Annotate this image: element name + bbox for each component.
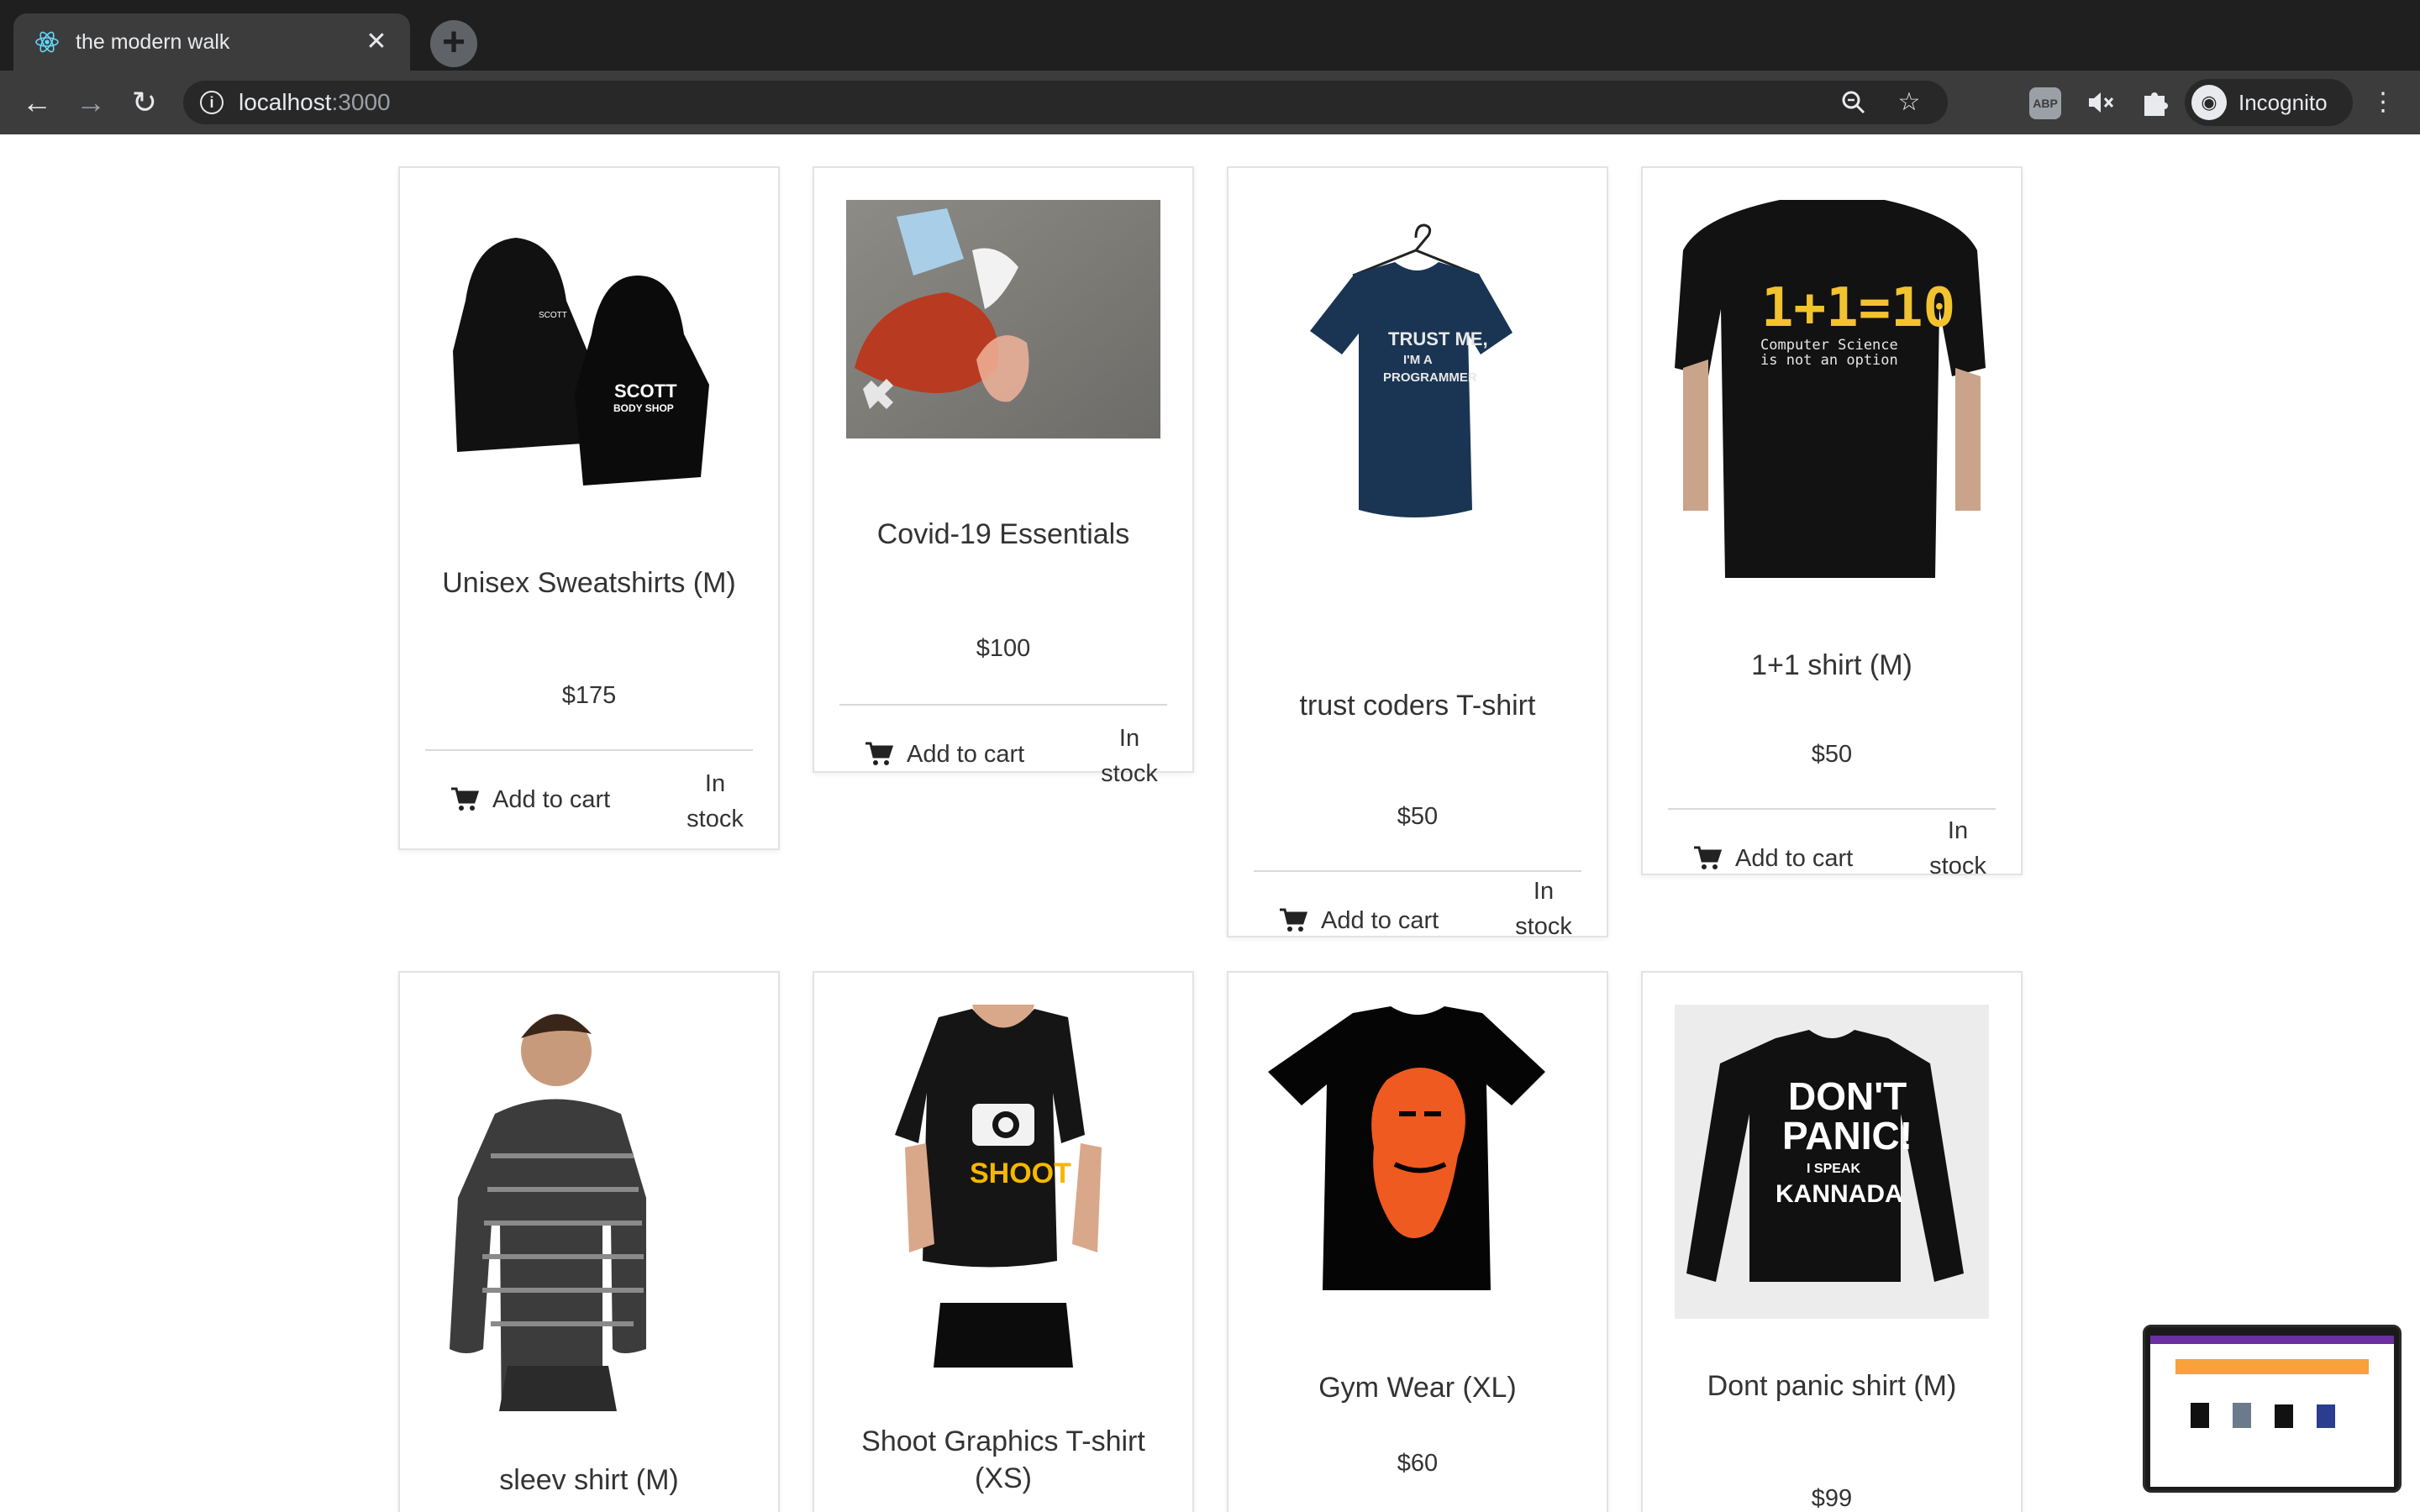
product-price: $99 xyxy=(1811,1485,1853,1512)
covid-essentials-image[interactable] xyxy=(846,200,1160,438)
product-card: DON'T PANIC! I SPEAK KANNADA Dont panic … xyxy=(1641,971,2023,1512)
product-title[interactable]: trust coders T-shirt xyxy=(1245,687,1590,724)
add-to-cart-label: Add to cart xyxy=(1735,844,1854,872)
shirt-print-equation: 1+1=10 xyxy=(1761,277,1955,339)
more-menu-icon[interactable]: ⋮ xyxy=(2365,84,2402,121)
url-host: localhost xyxy=(239,89,332,115)
shirt-print-subtitle1: Computer Science xyxy=(1760,337,1898,354)
bookmark-star-icon[interactable]: ☆ xyxy=(1892,86,1926,119)
product-price: $50 xyxy=(1811,741,1853,768)
add-to-cart-label: Add to cart xyxy=(492,785,611,813)
card-divider xyxy=(425,749,753,751)
product-card: sleev shirt (M) xyxy=(398,971,780,1512)
product-card: TRUST ME, I'M A PROGRAMMER trust coders … xyxy=(1227,166,1608,940)
product-title[interactable]: 1+1 shirt (M) xyxy=(1660,647,2004,684)
camera-tshirt-image[interactable]: SHOOT xyxy=(846,1005,1160,1368)
shirt-print-line1: DON'T xyxy=(1788,1074,1907,1118)
add-to-cart-button[interactable]: Add to cart xyxy=(865,732,1024,776)
shopping-cart-icon xyxy=(1280,908,1307,932)
stock-status: In stock xyxy=(1929,817,1986,879)
extensions-puzzle-icon[interactable] xyxy=(2136,84,2173,121)
shirt-print-line2: PANIC! xyxy=(1782,1114,1912,1158)
stock-status: In stock xyxy=(1515,878,1572,940)
tab-strip: the modern walk ✕ + xyxy=(0,0,2420,71)
shirt-print-shoot: SHOOT xyxy=(970,1158,1071,1189)
reload-icon[interactable]: ↻ xyxy=(124,82,165,123)
hoodie-image[interactable]: SCOTT SCOTT BODY SHOP xyxy=(432,200,746,519)
add-to-cart-button[interactable]: Add to cart xyxy=(1693,837,1853,880)
hoodie-logo-small: SCOTT xyxy=(539,311,567,320)
card-divider xyxy=(1254,870,1581,872)
incognito-icon: ◉ xyxy=(2191,85,2227,120)
product-price: $175 xyxy=(561,682,617,709)
back-arrow-icon[interactable]: ← xyxy=(17,82,57,123)
product-grid: SCOTT SCOTT BODY SHOP Unisex Sweatshirts… xyxy=(0,134,2420,1512)
add-to-cart-button[interactable]: Add to cart xyxy=(1279,899,1439,942)
shopping-cart-icon xyxy=(451,787,479,811)
add-to-cart-button[interactable]: Add to cart xyxy=(450,778,610,822)
shirt-print-line4: KANNADA xyxy=(1776,1180,1903,1208)
black-tshirt-image[interactable]: 1+1=10 Computer Science is not an option xyxy=(1675,200,1989,578)
address-bar[interactable]: i localhost:3000 ☆ xyxy=(183,81,1948,124)
thumbnail-preview-image xyxy=(2145,1327,2399,1490)
stock-status: In stock xyxy=(1101,725,1158,787)
adblock-extension-icon[interactable]: ABP xyxy=(2029,87,2061,119)
hoodie-logo-subtext: BODY SHOP xyxy=(613,402,674,414)
new-tab-button[interactable]: + xyxy=(430,20,477,67)
shirt-print-line3: I SPEAK xyxy=(1807,1162,1860,1176)
shirt-print-subtitle2: is not an option xyxy=(1760,352,1898,369)
longsleeve-image[interactable]: DON'T PANIC! I SPEAK KANNADA xyxy=(1675,1005,1989,1319)
hoodie-logo-large: SCOTT xyxy=(614,381,677,402)
striped-shirt-image[interactable] xyxy=(432,1005,746,1411)
product-card: 1+1=10 Computer Science is not an option… xyxy=(1641,166,2023,879)
product-card: SCOTT SCOTT BODY SHOP Unisex Sweatshirts… xyxy=(398,166,780,850)
site-info-icon[interactable]: i xyxy=(200,91,224,114)
shopping-cart-icon xyxy=(865,742,893,765)
stock-status: In stock xyxy=(687,770,744,832)
hanuman-tshirt-image[interactable] xyxy=(1260,1005,1575,1307)
card-divider xyxy=(1668,808,1996,810)
add-to-cart-label: Add to cart xyxy=(1321,906,1439,934)
react-logo-icon xyxy=(35,31,59,53)
muted-speaker-icon[interactable] xyxy=(2082,84,2119,121)
profile-label: Incognito xyxy=(2238,89,2328,115)
forward-arrow-icon[interactable]: → xyxy=(71,82,111,123)
product-title[interactable]: Covid-19 Essentials xyxy=(831,516,1176,553)
browser-toolbar: ← → ↻ i localhost:3000 ☆ ABP ◉ Incognito… xyxy=(0,71,2420,134)
url-port: :3000 xyxy=(331,89,391,115)
screenshot-thumbnail[interactable] xyxy=(2143,1325,2402,1493)
tab-title: the modern walk xyxy=(76,29,230,54)
product-price: $100 xyxy=(976,635,1031,662)
navy-tshirt-image[interactable]: TRUST ME, I'M A PROGRAMMER xyxy=(1260,200,1575,595)
product-card: SHOOT Shoot Graphics T-shirt (XS) xyxy=(813,971,1194,1512)
product-price: $60 xyxy=(1397,1450,1439,1477)
product-title[interactable]: Unisex Sweatshirts (M) xyxy=(417,564,761,601)
product-title[interactable]: sleev shirt (M) xyxy=(417,1462,761,1499)
product-title[interactable]: Gym Wear (XL) xyxy=(1245,1369,1590,1406)
product-card: Gym Wear (XL) $60 xyxy=(1227,971,1608,1512)
product-price: $50 xyxy=(1397,803,1439,830)
url-text[interactable]: localhost:3000 xyxy=(239,81,391,124)
add-to-cart-label: Add to cart xyxy=(907,740,1025,768)
close-tab-icon[interactable]: ✕ xyxy=(363,29,390,55)
product-card: Covid-19 Essentials $100 Add to cart In … xyxy=(813,166,1194,787)
shirt-print-line1: TRUST ME, xyxy=(1388,328,1488,349)
shirt-print-line2: I'M A xyxy=(1403,353,1433,367)
shopping-cart-icon xyxy=(1694,846,1722,869)
product-title[interactable]: Dont panic shirt (M) xyxy=(1660,1368,2004,1404)
incognito-profile-button[interactable]: ◉ Incognito xyxy=(2185,79,2353,126)
browser-tab[interactable]: the modern walk ✕ xyxy=(13,13,410,71)
shirt-print-line3: PROGRAMMER xyxy=(1383,370,1477,385)
card-divider xyxy=(839,704,1167,706)
product-title[interactable]: Shoot Graphics T-shirt (XS) xyxy=(831,1423,1176,1497)
zoom-icon[interactable] xyxy=(1837,86,1870,119)
